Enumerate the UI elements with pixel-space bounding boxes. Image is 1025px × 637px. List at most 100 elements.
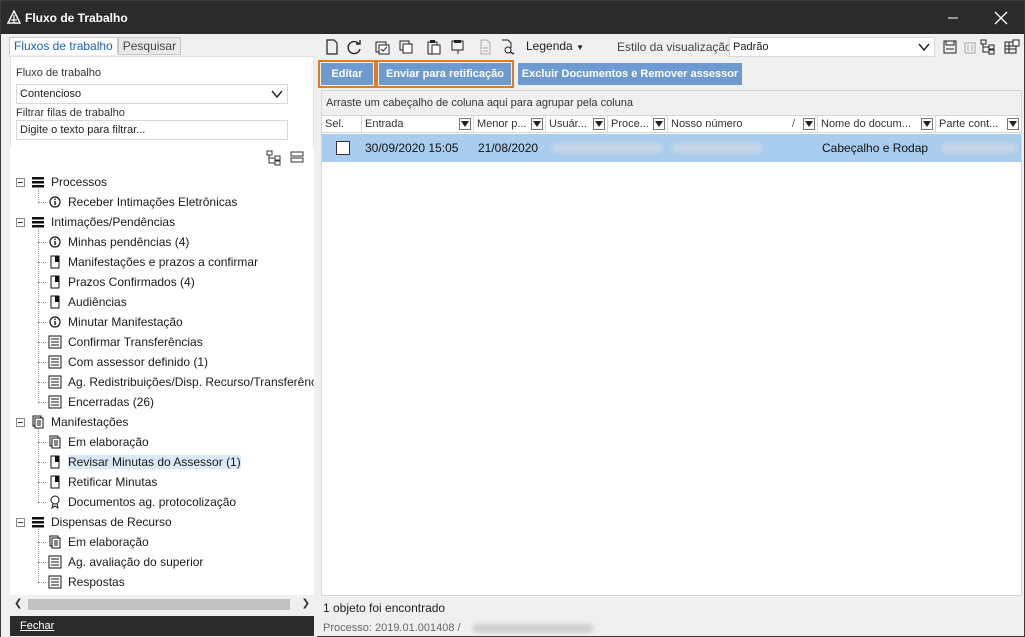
- tree-item[interactable]: Respostas: [38, 573, 125, 591]
- copy-icon: [399, 40, 413, 54]
- tree-connector: [38, 562, 46, 563]
- tree-item[interactable]: Receber Intimações Eletrônicas: [38, 193, 237, 211]
- chevron-down-icon: [918, 43, 930, 52]
- clipboard-icon: [451, 40, 464, 54]
- expand-tree-icon[interactable]: [266, 150, 282, 166]
- form-icon: [48, 555, 62, 569]
- filter-dropdown-icon[interactable]: [921, 118, 933, 130]
- search-document-button[interactable]: [499, 38, 517, 56]
- flag-document-icon: [48, 295, 62, 309]
- col-header-processo[interactable]: Proce...: [608, 116, 668, 133]
- form-icon: [48, 395, 62, 409]
- tree-item[interactable]: Minutar Manifestação: [38, 313, 183, 331]
- scroll-right-icon[interactable]: ❯: [302, 598, 310, 609]
- collapse-icon[interactable]: [16, 177, 25, 187]
- settings-view-button[interactable]: [1003, 38, 1021, 56]
- minimize-button[interactable]: [930, 1, 976, 34]
- view-style-select[interactable]: Padrão: [729, 37, 935, 57]
- row-checkbox[interactable]: [336, 141, 350, 155]
- attach-button[interactable]: [449, 38, 467, 56]
- refresh-button[interactable]: [345, 38, 363, 56]
- chevron-down-icon: [271, 90, 283, 99]
- workflow-select[interactable]: Contencioso: [16, 84, 288, 104]
- scroll-left-icon[interactable]: ❮: [14, 598, 22, 609]
- delete-documents-button[interactable]: Excluir Documentos e Remover assessor: [518, 63, 742, 85]
- tree-item[interactable]: Em elaboração: [38, 533, 149, 551]
- col-header-usuario[interactable]: Usuár...: [546, 116, 608, 133]
- tree-item-label: Em elaboração: [68, 435, 149, 449]
- scrollbar-thumb[interactable]: [28, 599, 290, 610]
- col-header-nome-documento[interactable]: Nome do docum...: [818, 116, 936, 133]
- legend-dropdown[interactable]: Legenda ▼: [526, 39, 584, 53]
- checklist-icon: [375, 41, 390, 55]
- filter-dropdown-icon[interactable]: [593, 118, 605, 130]
- send-rectification-button[interactable]: Enviar para retificação: [376, 60, 514, 88]
- tab-workflows[interactable]: Fluxos de trabalho: [9, 37, 118, 55]
- filter-input[interactable]: [16, 120, 288, 140]
- filter-dropdown-icon[interactable]: [459, 118, 471, 130]
- collapse-icon[interactable]: [16, 517, 25, 527]
- tree-item[interactable]: Minhas pendências (4): [38, 233, 189, 251]
- workflow-label: Fluxo de trabalho: [16, 67, 101, 79]
- tree-connector: [38, 227, 39, 402]
- tree-item-label: Confirmar Transferências: [68, 335, 203, 349]
- tree-item-label: Manifestações e prazos a confirmar: [68, 255, 259, 269]
- edit-button[interactable]: Editar: [318, 60, 376, 88]
- tree-connector: [38, 362, 46, 363]
- tree-item-label: Processos: [51, 175, 108, 189]
- collapse-icon[interactable]: [16, 417, 25, 427]
- tree-item[interactable]: Confirmar Transferências: [38, 333, 203, 351]
- save-view-button[interactable]: [941, 38, 959, 56]
- tab-search[interactable]: Pesquisar: [117, 37, 182, 55]
- tree-group[interactable]: Intimações/Pendências: [16, 213, 175, 231]
- collapse-icon[interactable]: [16, 217, 25, 227]
- close-panel-button[interactable]: Fechar: [10, 616, 314, 636]
- filter-dropdown-icon[interactable]: [653, 118, 665, 130]
- tree-item[interactable]: Em elaboração: [38, 433, 149, 451]
- table-row[interactable]: 30/09/2020 15:05 21/08/2020 Cabeçalho e …: [322, 134, 1021, 162]
- title-bar: Fluxo de Trabalho: [1, 1, 1024, 34]
- documents-grid: Arraste um cabeçalho de coluna aqui para…: [321, 90, 1022, 596]
- filter-dropdown-icon[interactable]: [803, 118, 815, 130]
- paste-button[interactable]: [425, 38, 443, 56]
- tree-item[interactable]: Prazos Confirmados (4): [38, 273, 195, 291]
- group-by-area[interactable]: Arraste um cabeçalho de coluna aqui para…: [322, 91, 1021, 115]
- close-button[interactable]: [978, 1, 1024, 34]
- tree-connector: [38, 302, 46, 303]
- tree-group[interactable]: Manifestações: [16, 413, 128, 431]
- tree-item-label: Ag. Redistribuições/Disp. Recurso/Transf…: [68, 375, 314, 389]
- check-forms-button[interactable]: [373, 38, 391, 56]
- tree-item[interactable]: Retificar Minutas: [38, 473, 157, 491]
- col-header-sel[interactable]: Sel.: [322, 116, 362, 133]
- tree-item[interactable]: Revisar Minutas do Assessor (1): [38, 453, 241, 471]
- tree-connector: [38, 427, 39, 502]
- result-count: 1 objeto foi encontrado: [323, 601, 446, 615]
- tree-item[interactable]: Com assessor definido (1): [38, 353, 208, 371]
- cell-menor-prazo: 21/08/2020: [478, 141, 539, 155]
- tree-group[interactable]: Dispensas de Recurso: [16, 513, 172, 531]
- cell-nome-documento: Cabeçalho e Rodap: [822, 141, 929, 155]
- tree-item[interactable]: Audiências: [38, 293, 127, 311]
- tree-item[interactable]: Documentos ag. protocolização: [38, 493, 236, 511]
- tree-item[interactable]: Ag. avaliação do superior: [38, 553, 203, 571]
- col-header-nosso-numero[interactable]: Nosso número /: [668, 116, 818, 133]
- tree-group[interactable]: Processos: [16, 173, 107, 191]
- filter-dropdown-icon[interactable]: [531, 118, 543, 130]
- col-header-parte-contraria[interactable]: Parte cont...: [936, 116, 1021, 133]
- col-header-entrada[interactable]: Entrada: [362, 116, 474, 133]
- copy-button[interactable]: [397, 38, 415, 56]
- disabled-action-button[interactable]: [477, 38, 495, 56]
- tree-item-label: Prazos Confirmados (4): [68, 275, 195, 289]
- filter-dropdown-icon[interactable]: [1007, 118, 1019, 130]
- tree-view-button[interactable]: [979, 38, 997, 56]
- new-document-button[interactable]: [323, 38, 341, 56]
- tree-connector: [38, 342, 46, 343]
- delete-view-button[interactable]: [961, 38, 979, 56]
- tree-item[interactable]: Manifestações e prazos a confirmar: [38, 253, 259, 271]
- tree-item[interactable]: Ag. Redistribuições/Disp. Recurso/Transf…: [38, 373, 314, 391]
- window-title: Fluxo de Trabalho: [25, 11, 128, 25]
- collapse-tree-icon[interactable]: [290, 150, 304, 164]
- col-header-menor-prazo[interactable]: Menor p...: [474, 116, 546, 133]
- tree-item[interactable]: Encerradas (26): [38, 393, 154, 411]
- tree-horizontal-scrollbar[interactable]: ❮ ❯: [10, 596, 314, 613]
